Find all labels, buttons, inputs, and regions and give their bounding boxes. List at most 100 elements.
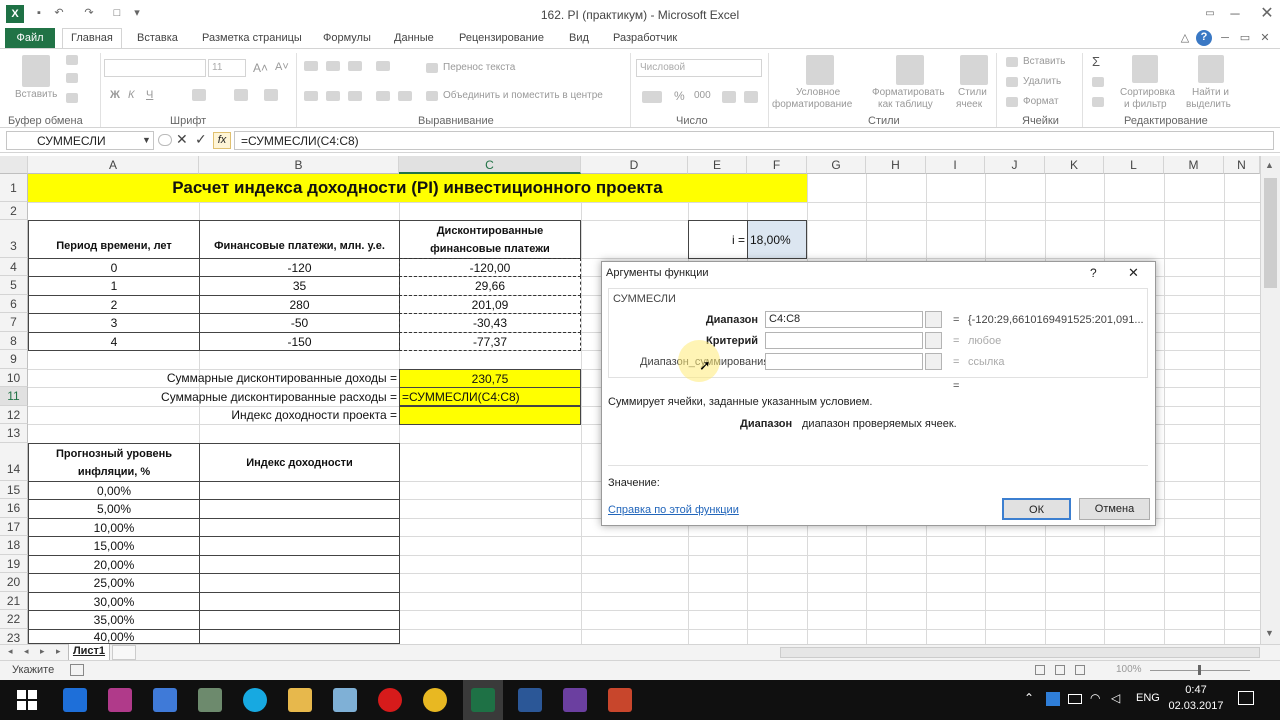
dialog-help-button[interactable]: ? bbox=[1090, 266, 1097, 280]
autosum-icon[interactable]: Σ bbox=[1092, 54, 1100, 69]
profitability-cell[interactable] bbox=[199, 555, 400, 574]
row-header[interactable]: 18 bbox=[0, 536, 28, 555]
decrease-decimal-icon[interactable] bbox=[744, 91, 758, 103]
discounted-cell[interactable]: 29,66 bbox=[399, 276, 581, 296]
row-header[interactable]: 3 bbox=[0, 220, 28, 258]
sheet-nav-next-icon[interactable]: ▸ bbox=[40, 646, 45, 657]
format-as-table-label-1[interactable]: Форматировать bbox=[872, 87, 945, 98]
row-header[interactable]: 15 bbox=[0, 481, 28, 499]
sort-filter-label-1[interactable]: Сортировка bbox=[1120, 87, 1175, 98]
row-header[interactable]: 21 bbox=[0, 592, 28, 610]
find-select-label-1[interactable]: Найти и bbox=[1192, 87, 1229, 98]
cancel-entry-icon[interactable]: ✕ bbox=[176, 131, 188, 148]
name-box[interactable]: СУММЕСЛИ bbox=[6, 131, 154, 150]
expense-formula-cell[interactable]: =СУММЕСЛИ(C4:C8) bbox=[399, 387, 581, 406]
font-color-icon[interactable] bbox=[264, 89, 278, 101]
font-name-combo[interactable] bbox=[104, 59, 206, 77]
clock-date[interactable]: 02.03.2017 bbox=[1164, 700, 1228, 712]
battery-icon[interactable] bbox=[1068, 694, 1082, 704]
media-app-icon[interactable] bbox=[108, 688, 132, 712]
file-explorer-icon[interactable] bbox=[288, 688, 312, 712]
tray-app-icon[interactable] bbox=[1046, 692, 1060, 706]
row-header[interactable]: 12 bbox=[0, 406, 28, 424]
sort-filter-label-2[interactable]: и фильтр bbox=[1124, 99, 1167, 110]
payment-cell[interactable]: -150 bbox=[199, 332, 400, 351]
notifications-icon[interactable] bbox=[1238, 691, 1254, 705]
discounted-cell[interactable]: 201,09 bbox=[399, 295, 581, 314]
discounted-cell[interactable]: -30,43 bbox=[399, 313, 581, 333]
number-format-combo[interactable]: Числовой bbox=[636, 59, 762, 77]
profitability-cell[interactable] bbox=[199, 592, 400, 611]
inflation-cell[interactable]: 10,00% bbox=[28, 518, 200, 537]
cancel-button[interactable]: Отмена bbox=[1079, 498, 1150, 520]
horizontal-scrollbar[interactable] bbox=[780, 647, 1260, 658]
sheet-nav-prev-icon[interactable]: ◂ bbox=[24, 646, 29, 657]
tab-review[interactable]: Рецензирование bbox=[459, 30, 544, 48]
rate-label[interactable]: i = bbox=[688, 220, 748, 259]
payment-cell[interactable]: -50 bbox=[199, 313, 400, 333]
page-layout-view-icon[interactable] bbox=[1055, 665, 1065, 675]
discounted-cell[interactable]: -77,37 bbox=[399, 332, 581, 351]
header-payments[interactable]: Финансовые платежи, млн. у.е. bbox=[199, 220, 400, 259]
column-header[interactable]: N bbox=[1224, 156, 1260, 174]
notepad-app-icon[interactable] bbox=[333, 688, 357, 712]
format-as-table-label-2[interactable]: как таблицу bbox=[878, 99, 933, 110]
conditional-format-icon[interactable] bbox=[806, 55, 834, 85]
align-middle-icon[interactable] bbox=[326, 61, 340, 71]
clear-icon[interactable] bbox=[1092, 97, 1104, 107]
header-period[interactable]: Период времени, лет bbox=[28, 220, 200, 259]
arg-criteria-input[interactable] bbox=[765, 332, 923, 349]
conditional-format-label-2[interactable]: форматирование bbox=[772, 99, 852, 110]
collapse-dialog-icon[interactable] bbox=[925, 332, 942, 349]
row-header[interactable]: 23 bbox=[0, 629, 28, 644]
row-header[interactable]: 9 bbox=[0, 350, 28, 369]
sheet-title[interactable]: Расчет индекса доходности (PI) инвестици… bbox=[28, 174, 807, 202]
index-label[interactable]: Индекс доходности проекта = bbox=[28, 406, 399, 424]
volume-icon[interactable]: ◁ bbox=[1111, 691, 1120, 705]
rate-value[interactable]: 18,00% bbox=[747, 220, 807, 259]
header-inflation[interactable]: Прогнозный уровень инфляции, % bbox=[28, 443, 200, 482]
tab-insert[interactable]: Вставка bbox=[137, 30, 178, 48]
excel-taskbar-icon[interactable] bbox=[471, 688, 495, 712]
header-profitability-index[interactable]: Индекс доходности bbox=[199, 443, 400, 482]
italic-button[interactable]: К bbox=[128, 89, 134, 101]
zoom-level[interactable]: 100% bbox=[1116, 664, 1142, 675]
fill-color-icon[interactable] bbox=[234, 89, 248, 101]
column-header[interactable]: L bbox=[1104, 156, 1164, 174]
find-select-label-2[interactable]: выделить bbox=[1186, 99, 1231, 110]
macro-record-icon[interactable] bbox=[70, 664, 84, 676]
column-header[interactable]: G bbox=[807, 156, 866, 174]
window-restore-icon[interactable]: ▭ bbox=[1238, 31, 1252, 45]
help-icon[interactable]: ? bbox=[1196, 30, 1212, 46]
income-label[interactable]: Суммарные дисконтированные доходы = bbox=[28, 369, 399, 387]
header-discounted[interactable]: Дисконтированные финансовые платежи bbox=[399, 220, 581, 259]
period-cell[interactable]: 2 bbox=[28, 295, 200, 314]
profitability-cell[interactable] bbox=[199, 573, 400, 593]
merge-icon[interactable] bbox=[426, 91, 438, 101]
inflation-cell[interactable]: 30,00% bbox=[28, 592, 200, 611]
profitability-cell[interactable] bbox=[199, 481, 400, 500]
font-size-combo[interactable]: 11 bbox=[208, 59, 246, 77]
align-top-icon[interactable] bbox=[304, 61, 318, 71]
sort-filter-icon[interactable] bbox=[1132, 55, 1158, 83]
row-header[interactable]: 14 bbox=[0, 443, 28, 481]
payment-cell[interactable]: 35 bbox=[199, 276, 400, 296]
row-header[interactable]: 6 bbox=[0, 295, 28, 313]
format-cells-icon[interactable] bbox=[1006, 97, 1018, 107]
column-header[interactable]: I bbox=[926, 156, 985, 174]
ok-button[interactable]: ОК bbox=[1002, 498, 1071, 520]
sheet-tab-list1[interactable]: Лист1 bbox=[68, 644, 110, 661]
sheet-nav-last-icon[interactable]: ▸ bbox=[56, 646, 61, 657]
payment-cell[interactable]: 280 bbox=[199, 295, 400, 314]
discounted-cell[interactable]: -120,00 bbox=[399, 258, 581, 277]
arg-sum-range-input[interactable] bbox=[765, 353, 923, 370]
cell-styles-icon[interactable] bbox=[960, 55, 988, 85]
column-header[interactable]: E bbox=[688, 156, 747, 174]
delete-cells-button[interactable]: Удалить bbox=[1023, 76, 1061, 87]
row-header[interactable]: 4 bbox=[0, 258, 28, 276]
format-as-table-icon[interactable] bbox=[896, 55, 924, 85]
align-center-icon[interactable] bbox=[326, 91, 340, 101]
row-header[interactable]: 8 bbox=[0, 332, 28, 350]
row-header[interactable]: 11 bbox=[0, 387, 28, 406]
accounting-format-icon[interactable] bbox=[642, 91, 662, 103]
